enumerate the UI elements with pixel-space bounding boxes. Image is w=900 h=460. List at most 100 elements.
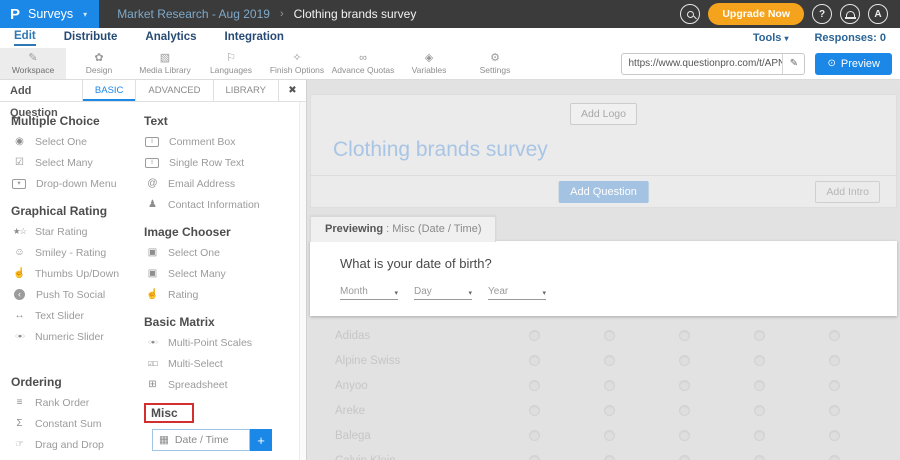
- qtype-select-many[interactable]: ☑Select Many: [11, 152, 138, 173]
- qtype-numeric-slider[interactable]: ○●○Numeric Slider: [11, 326, 138, 347]
- smiley-icon: ☺: [11, 247, 28, 258]
- tab-advanced[interactable]: ADVANCED: [135, 80, 212, 101]
- qtype-dropdown-menu[interactable]: ▾Drop-down Menu: [11, 173, 138, 194]
- breadcrumb: Market Research - Aug 2019 › Clothing br…: [117, 7, 416, 21]
- multi-select-icon: ☑☐: [144, 360, 161, 368]
- qtype-multi-point-scales[interactable]: ○●○Multi-Point Scales: [144, 332, 306, 353]
- account-avatar[interactable]: A: [868, 4, 888, 24]
- help-button[interactable]: ?: [812, 4, 832, 24]
- radio-button: [679, 430, 690, 441]
- radio-button: [529, 405, 540, 416]
- tab-basic[interactable]: BASIC: [82, 80, 136, 101]
- qtype-star-rating[interactable]: ★☆Star Rating: [11, 221, 138, 242]
- qtype-push-to-social[interactable]: ‹Push To Social: [11, 284, 138, 305]
- grid-icon: ⊞: [144, 379, 161, 390]
- qtype-email-address[interactable]: @Email Address: [144, 173, 306, 194]
- chevron-down-icon: ▾: [468, 289, 472, 297]
- tools-menu[interactable]: Tools ▾: [753, 32, 789, 44]
- month-select[interactable]: Month▾: [340, 286, 398, 300]
- tab-integration[interactable]: Integration: [225, 31, 284, 45]
- qtype-smiley-rating[interactable]: ☺Smiley - Rating: [11, 242, 138, 263]
- toolbar-languages[interactable]: ⚐ Languages: [198, 48, 264, 79]
- bell-icon: [846, 11, 855, 18]
- survey-header-block: Add Logo Clothing brands survey Add Ques…: [310, 94, 897, 208]
- edit-url-button[interactable]: ✎: [782, 54, 804, 74]
- radio-button: [829, 405, 840, 416]
- add-logo-button[interactable]: Add Logo: [570, 103, 637, 125]
- topbar-actions: Upgrade Now ? A: [680, 3, 900, 25]
- responses-count[interactable]: Responses: 0: [814, 32, 886, 44]
- matrix-row[interactable]: Anyoo: [307, 373, 900, 398]
- toolbar-variables[interactable]: ◈ Variables: [396, 48, 462, 79]
- text-field-icon: I: [145, 158, 159, 168]
- tab-edit[interactable]: Edit: [14, 30, 36, 46]
- toolbar-settings[interactable]: ⚙ Settings: [462, 48, 528, 79]
- radio-button: [829, 380, 840, 391]
- qtype-thumbs-updown[interactable]: ☝Thumbs Up/Down: [11, 263, 138, 284]
- qtype-image-rating[interactable]: ☝Rating: [144, 284, 306, 305]
- qtype-image-select-one[interactable]: ▣Select One: [144, 242, 306, 263]
- notifications-button[interactable]: [840, 4, 860, 24]
- matrix-row-label: Anyoo: [307, 380, 497, 392]
- panel-scrollbar[interactable]: [299, 102, 306, 460]
- upgrade-now-button[interactable]: Upgrade Now: [708, 3, 804, 25]
- chevron-down-icon: ▾: [784, 34, 788, 43]
- qtype-comment-box[interactable]: IComment Box: [144, 131, 306, 152]
- survey-title[interactable]: Clothing brands survey: [333, 138, 896, 162]
- qtype-drag-and-drop[interactable]: ☞Drag and Drop: [11, 434, 138, 455]
- select-many-icon: ☑: [11, 157, 28, 168]
- tab-analytics[interactable]: Analytics: [145, 31, 196, 45]
- toolbar-finish-options[interactable]: ✧ Finish Options: [264, 48, 330, 79]
- toolbar-advance-quotas[interactable]: ∞ Advance Quotas: [330, 48, 396, 79]
- breadcrumb-folder[interactable]: Market Research - Aug 2019: [117, 7, 270, 21]
- qtype-single-row-text[interactable]: ISingle Row Text: [144, 152, 306, 173]
- at-sign-icon: @: [144, 178, 161, 189]
- toolbar-media-library[interactable]: ▧ Media Library: [132, 48, 198, 79]
- qtype-contact-information[interactable]: ♟Contact Information: [144, 194, 306, 215]
- breadcrumb-survey[interactable]: Clothing brands survey: [294, 7, 417, 21]
- dropdown-icon: ▾: [12, 179, 26, 189]
- matrix-row[interactable]: Calvin Klein: [307, 448, 900, 460]
- toolbar-workspace[interactable]: ✎ Workspace: [0, 48, 66, 79]
- matrix-row-label: Calvin Klein: [307, 455, 497, 460]
- qtype-image-select-many[interactable]: ▣Select Many: [144, 263, 306, 284]
- section-graphical-rating: Graphical Rating: [11, 204, 138, 218]
- radio-button: [829, 355, 840, 366]
- survey-url-field[interactable]: https://www.questionpro.com/t/APNrfZ ✎: [621, 53, 805, 75]
- slider-icon: ↔: [11, 310, 28, 321]
- day-select[interactable]: Day▾: [414, 286, 472, 300]
- qtype-date-time[interactable]: ▦Date / Time +: [152, 429, 272, 451]
- search-button[interactable]: [680, 4, 700, 24]
- misc-section-highlight: Misc: [144, 403, 194, 423]
- qtype-spreadsheet[interactable]: ⊞Spreadsheet: [144, 374, 306, 395]
- magic-wand-icon: ✧: [292, 52, 301, 64]
- chevron-down-icon: ▾: [83, 10, 87, 19]
- qtype-select-one[interactable]: ◉Select One: [11, 131, 138, 152]
- qtype-text-slider[interactable]: ↔Text Slider: [11, 305, 138, 326]
- qtype-multi-select[interactable]: ☑☐Multi-Select: [144, 353, 306, 374]
- preview-button[interactable]: ⊙ Preview: [815, 53, 892, 75]
- matrix-row[interactable]: Areke: [307, 398, 900, 423]
- qtype-rank-order[interactable]: ≡Rank Order: [11, 392, 138, 413]
- radio-button: [679, 455, 690, 460]
- matrix-row[interactable]: Balega: [307, 423, 900, 448]
- qtype-captcha[interactable]: vsCaptcha: [152, 455, 306, 460]
- toolbar-design[interactable]: ✿ Design: [66, 48, 132, 79]
- breadcrumb-separator-icon: ›: [280, 8, 284, 20]
- section-text: Text: [144, 114, 306, 128]
- tab-library[interactable]: LIBRARY: [213, 80, 278, 101]
- add-intro-button[interactable]: Add Intro: [815, 181, 880, 203]
- add-date-time-button[interactable]: +: [250, 429, 272, 451]
- multi-point-icon: ○●○: [144, 339, 161, 346]
- qtype-constant-sum[interactable]: ΣConstant Sum: [11, 413, 138, 434]
- matrix-row[interactable]: Adidas: [307, 323, 900, 348]
- add-question-button[interactable]: Add Question: [558, 181, 649, 203]
- radio-button: [529, 355, 540, 366]
- tag-icon: ◈: [425, 52, 433, 64]
- year-select[interactable]: Year▾: [488, 286, 546, 300]
- surveys-menu[interactable]: P Surveys ▾: [0, 0, 99, 28]
- tab-distribute[interactable]: Distribute: [64, 31, 118, 45]
- image-select-one-icon: ▣: [144, 247, 161, 258]
- close-panel-button[interactable]: ✖: [278, 80, 306, 101]
- matrix-row[interactable]: Alpine Swiss: [307, 348, 900, 373]
